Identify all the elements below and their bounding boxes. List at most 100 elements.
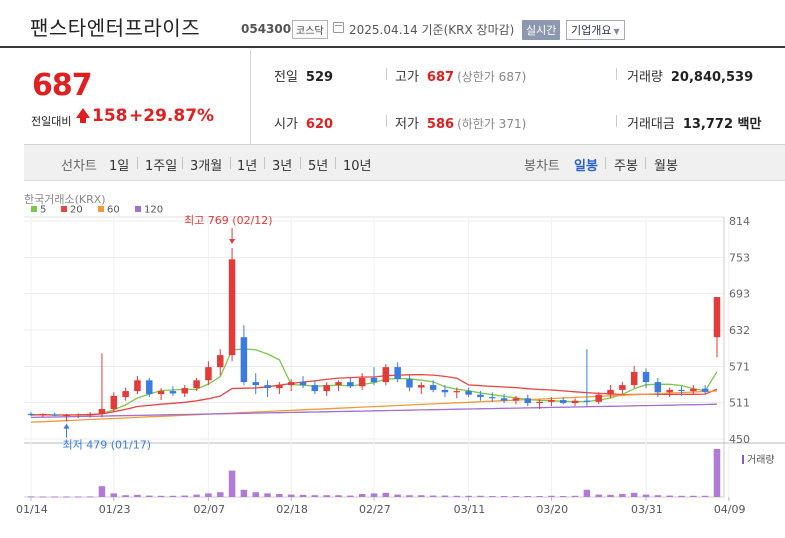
realtime-button[interactable]: 실시간 bbox=[522, 20, 561, 40]
high-arrow-icon bbox=[229, 238, 236, 244]
ma-legend: 5 20 60 120 bbox=[31, 205, 163, 216]
divider bbox=[300, 157, 301, 169]
candle-body bbox=[607, 389, 614, 395]
y-tick-label: 753 bbox=[729, 252, 750, 265]
low-annotation: 최저 479 (01/17) bbox=[62, 439, 151, 452]
period-3y[interactable]: 3년 bbox=[272, 155, 292, 174]
candle-body bbox=[512, 398, 520, 401]
volume-bar bbox=[477, 495, 484, 497]
volume-bar bbox=[86, 496, 94, 498]
volume-bar bbox=[299, 494, 307, 497]
divider bbox=[616, 68, 617, 80]
volume-bar bbox=[39, 496, 47, 498]
period-5y[interactable]: 5년 bbox=[308, 155, 328, 174]
volume-bar bbox=[51, 496, 58, 498]
volume-bar bbox=[654, 495, 662, 497]
divider bbox=[137, 157, 138, 169]
candle-body bbox=[276, 385, 283, 389]
divider bbox=[605, 157, 606, 169]
legend-label-5: 5 bbox=[40, 205, 46, 216]
volume-bar bbox=[228, 470, 236, 497]
period-bar: 선차트 1일 1주일 3개월 1년 3년 5년 10년 봉차트 일봉 주봉 월봉 bbox=[24, 145, 785, 181]
candle-body bbox=[122, 391, 129, 398]
chevron-down-icon: ▼ bbox=[613, 27, 620, 36]
candle-weekly[interactable]: 주봉 bbox=[614, 155, 638, 174]
volume-bar bbox=[98, 486, 106, 497]
candle-body bbox=[75, 414, 82, 416]
y-tick-label: 814 bbox=[729, 215, 750, 228]
stock-name: 팬스타엔터프라이즈 bbox=[30, 16, 201, 40]
volume-label: 거래량 bbox=[627, 70, 663, 85]
period-1y[interactable]: 1년 bbox=[237, 155, 257, 174]
divider bbox=[182, 157, 183, 169]
candle-body bbox=[39, 414, 47, 416]
candle-body bbox=[86, 413, 94, 415]
high-label: 고가 bbox=[395, 70, 419, 85]
candle-body bbox=[252, 382, 259, 386]
low-value: 586 bbox=[426, 117, 455, 132]
volume-bar bbox=[583, 489, 591, 497]
stock-header: 팬스타엔터프라이즈 054300 코스닥 2025.04.14 기준(KRX 장… bbox=[0, 0, 785, 48]
period-1d[interactable]: 1일 bbox=[109, 155, 129, 174]
legend-swatch-20 bbox=[61, 206, 67, 212]
candle-body bbox=[666, 389, 673, 393]
x-tick-label: 02/27 bbox=[359, 503, 391, 516]
volume-bar bbox=[559, 496, 567, 498]
x-tick-label: 02/07 bbox=[193, 503, 225, 516]
volume-bar bbox=[465, 495, 472, 497]
divider bbox=[616, 115, 617, 127]
legend-swatch-60 bbox=[98, 206, 104, 212]
period-10y[interactable]: 10년 bbox=[343, 155, 372, 174]
volume-bar bbox=[382, 492, 390, 497]
low-label: 저가 bbox=[395, 117, 419, 132]
volume-bar bbox=[607, 494, 614, 497]
grid bbox=[24, 216, 785, 498]
candle-body bbox=[110, 395, 118, 410]
volume-bar bbox=[429, 495, 437, 497]
candle-body bbox=[690, 388, 697, 392]
candle-body bbox=[382, 367, 390, 383]
candle-body bbox=[630, 371, 638, 386]
candle-body bbox=[146, 380, 153, 395]
volume-bar bbox=[453, 495, 461, 497]
volume-bar bbox=[524, 496, 532, 498]
volume-bar bbox=[406, 495, 413, 497]
high-value: 687 bbox=[426, 70, 455, 85]
x-tick-label: 03/31 bbox=[631, 503, 663, 516]
volume-bar bbox=[666, 495, 673, 497]
volume-bar bbox=[595, 494, 602, 497]
volume-bar bbox=[489, 496, 496, 498]
divider bbox=[264, 157, 265, 169]
candle-body bbox=[465, 391, 472, 395]
volume-bar bbox=[571, 495, 579, 497]
volume-bar bbox=[63, 496, 70, 498]
y-tick-label: 632 bbox=[729, 324, 750, 337]
candle-body bbox=[489, 397, 496, 399]
volume-bar bbox=[75, 496, 82, 498]
divider bbox=[230, 157, 231, 169]
price-block: 687 전일대비 158 +29.87% bbox=[24, 50, 251, 145]
market-badge: 코스닥 bbox=[292, 20, 328, 39]
candle-monthly[interactable]: 월봉 bbox=[654, 155, 678, 174]
candle-daily[interactable]: 일봉 bbox=[574, 155, 598, 174]
change-value: 158 bbox=[92, 106, 128, 126]
volume-bar bbox=[181, 495, 189, 497]
x-tick-label: 01/14 bbox=[16, 503, 48, 516]
amount-label: 거래대금 bbox=[627, 117, 675, 132]
candle-body bbox=[619, 385, 626, 390]
volume-bar bbox=[335, 495, 342, 497]
open-value: 620 bbox=[305, 117, 334, 132]
volume-bar bbox=[287, 494, 295, 497]
divider bbox=[645, 157, 646, 169]
corp-info-label: 기업개요 bbox=[571, 24, 612, 37]
period-3m[interactable]: 3개월 bbox=[190, 155, 222, 174]
x-tick-label: 04/09 bbox=[714, 503, 746, 516]
volume-bar bbox=[323, 495, 330, 497]
corp-info-dropdown[interactable]: 기업개요 ▼ bbox=[566, 20, 625, 40]
candle-body bbox=[299, 382, 307, 386]
volume-label: 거래량 bbox=[747, 454, 775, 466]
volume-bar bbox=[134, 494, 141, 497]
volume: 거래량 20,840,539 bbox=[627, 66, 753, 85]
low-price: 저가 586 (하한가 371) bbox=[395, 113, 526, 132]
period-1w[interactable]: 1주일 bbox=[145, 155, 177, 174]
